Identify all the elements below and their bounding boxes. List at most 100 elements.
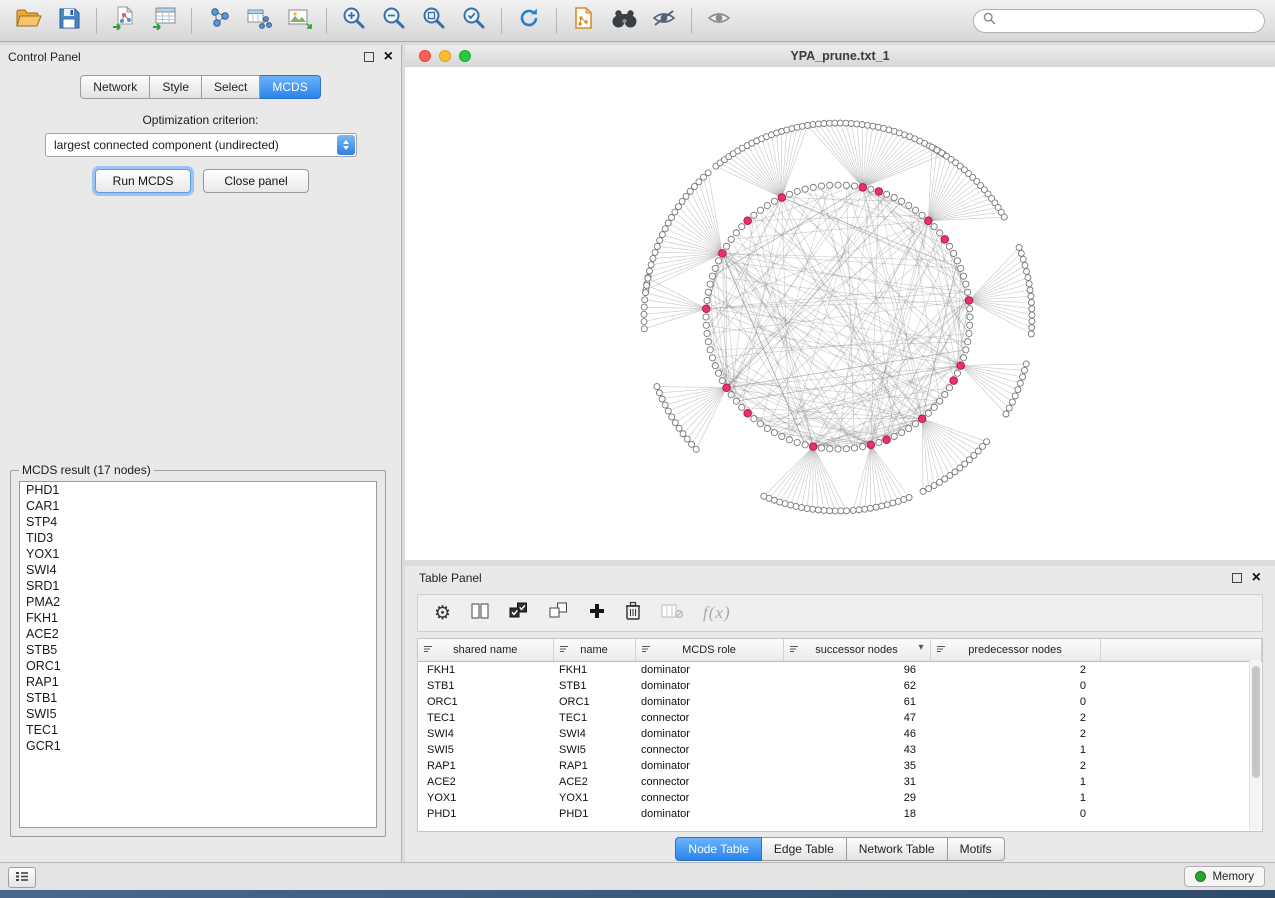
control-panel: Control Panel × Network Style Select MCD… [0, 45, 402, 862]
table-row[interactable]: ORC1ORC1dominator610 [418, 694, 1262, 710]
list-item[interactable]: STB5 [20, 642, 376, 658]
network-image-icon [286, 6, 312, 35]
deselect-all-button[interactable] [549, 598, 569, 628]
scrollbar-thumb[interactable] [1252, 666, 1260, 778]
close-panel-icon[interactable]: × [384, 49, 393, 65]
tab-node-table[interactable]: Node Table [675, 837, 762, 861]
mcds-result-title: MCDS result (17 nodes) [19, 463, 154, 477]
list-item[interactable]: STB1 [20, 690, 376, 706]
zoom-fit-button[interactable] [415, 5, 453, 37]
copy-style-button[interactable] [565, 5, 603, 37]
list-item[interactable]: ORC1 [20, 658, 376, 674]
mcds-result-group: MCDS result (17 nodes) PHD1CAR1STP4TID3Y… [10, 463, 386, 837]
table-row[interactable]: STB1STB1dominator620 [418, 678, 1262, 694]
search-network-button[interactable] [605, 5, 643, 37]
table-scrollbar[interactable] [1249, 660, 1261, 830]
task-history-button[interactable] [8, 867, 36, 888]
table-row[interactable]: PHD1PHD1dominator180 [418, 806, 1262, 822]
select-all-button[interactable] [509, 598, 529, 628]
close-panel-button[interactable]: Close panel [203, 169, 309, 193]
column-header-name[interactable]: name [553, 639, 635, 662]
run-mcds-button[interactable]: Run MCDS [95, 169, 191, 193]
network-graph [405, 67, 1275, 560]
import-table-button[interactable] [145, 5, 183, 37]
select-stepper-icon [337, 135, 355, 155]
refresh-icon [517, 6, 541, 35]
table-row[interactable]: SWI5SWI5connector431 [418, 742, 1262, 758]
control-panel-tabs: Network Style Select MCDS [0, 75, 401, 99]
refresh-view-button[interactable] [510, 5, 548, 37]
list-item[interactable]: SRD1 [20, 578, 376, 594]
network-canvas[interactable] [405, 67, 1275, 560]
hide-selected-button[interactable] [645, 5, 683, 37]
float-panel-icon[interactable] [364, 52, 374, 62]
open-session-button[interactable] [10, 5, 48, 37]
column-type-icon [789, 644, 799, 657]
import-network-icon [111, 6, 137, 35]
list-item[interactable]: TEC1 [20, 722, 376, 738]
delete-column-button[interactable] [625, 598, 641, 628]
network-table-icon [246, 6, 272, 35]
tab-mcds[interactable]: MCDS [260, 75, 320, 99]
save-session-button[interactable] [50, 5, 88, 37]
table-row[interactable]: YOX1YOX1connector291 [418, 790, 1262, 806]
column-header-successor-nodes[interactable]: successor nodes ▾ [783, 639, 930, 662]
add-column-button[interactable] [589, 598, 605, 628]
tab-edge-table[interactable]: Edge Table [762, 837, 847, 861]
list-item[interactable]: PMA2 [20, 594, 376, 610]
column-header-shared-name[interactable]: shared name [418, 639, 553, 662]
float-panel-icon[interactable] [1232, 573, 1242, 583]
tab-motifs[interactable]: Motifs [948, 837, 1005, 861]
optimization-criterion-select[interactable]: largest connected component (undirected) [45, 133, 357, 157]
tab-network-table[interactable]: Network Table [847, 837, 948, 861]
close-panel-icon[interactable]: × [1252, 570, 1261, 586]
folder-icon [16, 8, 42, 33]
table-row[interactable]: FKH1FKH1dominator962 [418, 662, 1262, 679]
tab-network[interactable]: Network [80, 75, 150, 99]
table-row[interactable]: RAP1RAP1dominator352 [418, 758, 1262, 774]
zoom-out-icon [381, 5, 407, 36]
list-item[interactable]: TID3 [20, 530, 376, 546]
list-item[interactable]: PHD1 [20, 482, 376, 498]
column-header-predecessor-nodes[interactable]: predecessor nodes [930, 639, 1100, 662]
column-type-icon [641, 644, 651, 657]
table-row[interactable]: TEC1TEC1connector472 [418, 710, 1262, 726]
list-item[interactable]: CAR1 [20, 498, 376, 514]
import-network-button[interactable] [105, 5, 143, 37]
list-item[interactable]: GCR1 [20, 738, 376, 754]
list-item[interactable]: YOX1 [20, 546, 376, 562]
tab-select[interactable]: Select [202, 75, 260, 99]
save-icon [58, 7, 80, 34]
chevron-down-icon[interactable]: ▾ [918, 642, 923, 653]
table-row[interactable]: SWI4SWI4dominator462 [418, 726, 1262, 742]
column-type-icon [936, 644, 946, 657]
table-toolbar: ⚙ [417, 594, 1263, 632]
show-columns-button[interactable] [471, 598, 489, 628]
zoom-out-button[interactable] [375, 5, 413, 37]
export-image-button[interactable] [280, 5, 318, 37]
trash-icon [625, 601, 641, 625]
new-network-button[interactable] [200, 5, 238, 37]
zoom-in-icon [341, 5, 367, 36]
table-row[interactable]: ACE2ACE2connector311 [418, 774, 1262, 790]
list-item[interactable]: STP4 [20, 514, 376, 530]
list-item[interactable]: FKH1 [20, 610, 376, 626]
search-input[interactable] [1001, 13, 1255, 29]
table-settings-button[interactable]: ⚙ [434, 598, 451, 628]
column-header-mcds-role[interactable]: MCDS role [635, 639, 783, 662]
gear-icon: ⚙ [434, 602, 451, 624]
list-item[interactable]: SWI4 [20, 562, 376, 578]
tab-style[interactable]: Style [150, 75, 202, 99]
zoom-in-button[interactable] [335, 5, 373, 37]
network-from-table-button[interactable] [240, 5, 278, 37]
list-item[interactable]: RAP1 [20, 674, 376, 690]
hide-column-button-disabled [661, 598, 683, 628]
memory-label: Memory [1212, 871, 1254, 883]
show-hidden-button[interactable] [700, 5, 738, 37]
zoom-selected-button[interactable] [455, 5, 493, 37]
criterion-selected-value: largest connected component (undirected) [46, 138, 336, 152]
list-item[interactable]: SWI5 [20, 706, 376, 722]
memory-button[interactable]: Memory [1184, 866, 1265, 887]
list-item[interactable]: ACE2 [20, 626, 376, 642]
desktop-background: Control Panel × Network Style Select MCD… [0, 0, 1275, 898]
